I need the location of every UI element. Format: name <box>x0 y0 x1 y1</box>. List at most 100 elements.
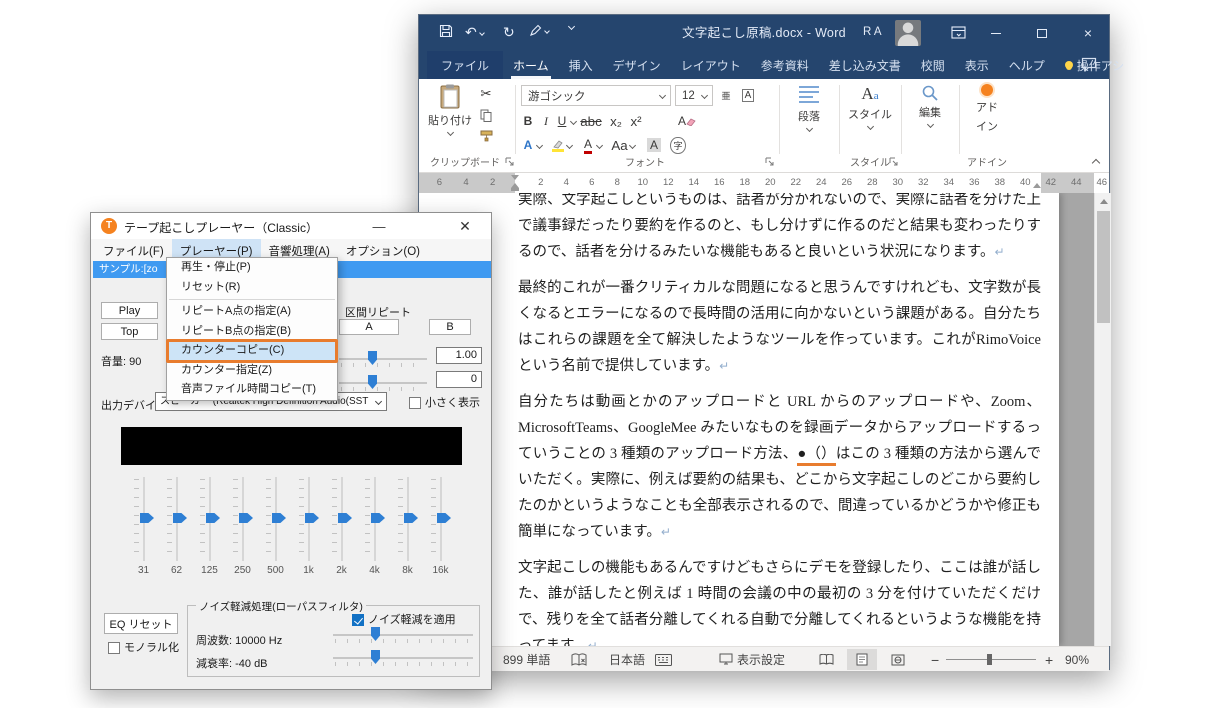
eq-slider-handle[interactable] <box>437 513 451 523</box>
format-painter-button[interactable] <box>477 127 495 145</box>
highlight-button[interactable] <box>549 136 567 154</box>
ribbon-tab[interactable]: 挿入 <box>559 51 603 79</box>
proofing-icon[interactable] <box>571 647 587 672</box>
ruby-button[interactable]: 亜 <box>717 86 735 104</box>
first-line-indent-marker[interactable] <box>511 175 519 180</box>
ribbon-tab[interactable]: 差し込み文書 <box>819 51 911 79</box>
cut-button[interactable]: ✂ <box>477 85 495 103</box>
speed-value[interactable]: 1.00 <box>436 347 482 364</box>
eq-slider-handle[interactable] <box>239 513 253 523</box>
dropdown-menu-item[interactable]: 再生・停止(P) <box>167 258 337 278</box>
language-status[interactable]: 日本語 <box>609 647 645 672</box>
font-dialog-launcher[interactable] <box>765 157 776 168</box>
eq-slider-handle[interactable] <box>272 513 286 523</box>
underline-menu-icon[interactable] <box>570 118 577 125</box>
ribbon-tab[interactable]: 参考資料 <box>751 51 819 79</box>
clear-formatting-button[interactable]: A <box>675 112 699 130</box>
ribbon-tab[interactable]: 表示 <box>955 51 999 79</box>
font-color-menu-icon[interactable] <box>596 142 603 149</box>
paste-button[interactable]: 貼り付け <box>427 84 473 150</box>
scrollbar-thumb[interactable] <box>1097 211 1110 323</box>
character-shading-button[interactable]: A <box>645 136 663 154</box>
ribbon-tab[interactable]: 校閲 <box>911 51 955 79</box>
eq-slider[interactable]: 31 <box>127 477 160 577</box>
eq-slider[interactable]: 2k <box>325 477 358 577</box>
document-page[interactable]: 実際、文字起こしというものは、話者が分かれないので、実際に話者を分けた上で議事録… <box>419 193 1059 646</box>
right-indent-marker[interactable] <box>1033 183 1041 188</box>
zoom-in-button[interactable]: + <box>1045 647 1053 672</box>
maximize-button[interactable] <box>1019 15 1065 51</box>
eq-slider[interactable]: 8k <box>391 477 424 577</box>
display-settings-label[interactable]: 表示設定 <box>737 647 785 672</box>
player-close-button[interactable]: ✕ <box>447 213 483 239</box>
apply-noise-reduction-checkbox[interactable]: ノイズ軽減を適用 <box>352 611 456 627</box>
keyboard-icon[interactable] <box>655 647 672 672</box>
dropdown-menu-item[interactable]: 音声ファイル時間コピー(T) <box>167 380 337 400</box>
text-effects-menu-icon[interactable] <box>536 142 543 149</box>
ribbon-tab[interactable]: ファイル <box>427 51 503 79</box>
eq-slider[interactable]: 62 <box>160 477 193 577</box>
display-settings-icon[interactable] <box>719 647 733 672</box>
read-mode-button[interactable] <box>811 649 841 670</box>
eq-slider[interactable]: 1k <box>292 477 325 577</box>
pitch-value[interactable]: 0 <box>436 371 482 388</box>
mono-checkbox[interactable]: モノラル化 <box>108 639 179 655</box>
repeat-b-button[interactable]: B <box>429 319 471 335</box>
zoom-slider-handle[interactable] <box>987 654 992 665</box>
paragraph-button[interactable]: 段落 <box>785 84 833 150</box>
eq-slider-handle[interactable] <box>338 513 352 523</box>
eq-slider-handle[interactable] <box>404 513 418 523</box>
play-button[interactable]: Play <box>101 302 158 319</box>
web-layout-button[interactable] <box>883 649 913 670</box>
close-button[interactable]: × <box>1065 15 1111 51</box>
attenuation-slider[interactable] <box>333 650 473 666</box>
dropdown-menu-item[interactable]: リセット(R) <box>167 278 337 298</box>
eq-slider[interactable]: 4k <box>358 477 391 577</box>
character-border-button[interactable]: A <box>739 86 757 104</box>
bold-button[interactable]: B <box>519 112 537 130</box>
frequency-slider[interactable] <box>333 627 473 643</box>
speed-slider[interactable] <box>339 351 427 367</box>
print-layout-button[interactable] <box>847 649 877 670</box>
dropdown-menu-item[interactable]: カウンターコピー(C) <box>167 341 337 361</box>
eq-slider[interactable]: 500 <box>259 477 292 577</box>
scroll-up-icon[interactable] <box>1100 199 1108 204</box>
dropdown-menu-item[interactable]: カウンター指定(Z) <box>167 361 337 381</box>
collapse-ribbon-icon[interactable] <box>1092 159 1100 167</box>
dropdown-menu-item[interactable]: リピートB点の指定(B) <box>167 322 337 342</box>
vertical-scrollbar[interactable] <box>1094 193 1111 646</box>
ribbon-tab[interactable]: レイアウト <box>671 51 751 79</box>
styles-button[interactable]: Aa スタイル <box>845 84 895 150</box>
menu-item[interactable]: ファイル(F) <box>95 239 172 261</box>
user-initials[interactable]: R A <box>863 26 882 38</box>
font-size-combo[interactable]: 12 <box>675 85 713 106</box>
word-count[interactable]: 899 単語 <box>503 647 550 672</box>
eq-slider-handle[interactable] <box>371 513 385 523</box>
text-effects-button[interactable]: A <box>519 136 537 154</box>
eq-slider[interactable]: 250 <box>226 477 259 577</box>
underline-button[interactable]: U <box>553 112 571 130</box>
superscript-button[interactable]: x² <box>627 112 645 130</box>
top-button[interactable]: Top <box>101 323 158 340</box>
enclose-characters-button[interactable]: 字 <box>669 136 687 154</box>
copy-button[interactable] <box>477 106 495 124</box>
ribbon-tab[interactable]: デザイン <box>603 51 671 79</box>
player-minimize-button[interactable]: — <box>361 213 397 239</box>
font-color-button[interactable]: A <box>579 136 597 154</box>
ribbon-tab[interactable]: ホーム <box>503 51 559 79</box>
menu-item[interactable]: オプション(O) <box>338 239 428 261</box>
subscript-button[interactable]: x₂ <box>607 112 625 130</box>
user-avatar[interactable] <box>895 20 921 46</box>
eq-reset-button[interactable]: EQ リセット <box>104 613 178 634</box>
left-indent-marker[interactable] <box>511 188 519 191</box>
minimize-button[interactable] <box>973 15 1019 51</box>
eq-slider-handle[interactable] <box>206 513 220 523</box>
styles-dialog-launcher[interactable] <box>889 157 900 168</box>
eq-slider-handle[interactable] <box>140 513 154 523</box>
zoom-level[interactable]: 90% <box>1065 647 1089 672</box>
dropdown-menu-item[interactable]: リピートA点の指定(A) <box>167 302 337 322</box>
addins-button[interactable]: アドイン <box>965 84 1009 150</box>
eq-slider-handle[interactable] <box>173 513 187 523</box>
clipboard-dialog-launcher[interactable] <box>505 157 516 168</box>
font-name-combo[interactable]: 游ゴシック <box>521 85 671 106</box>
